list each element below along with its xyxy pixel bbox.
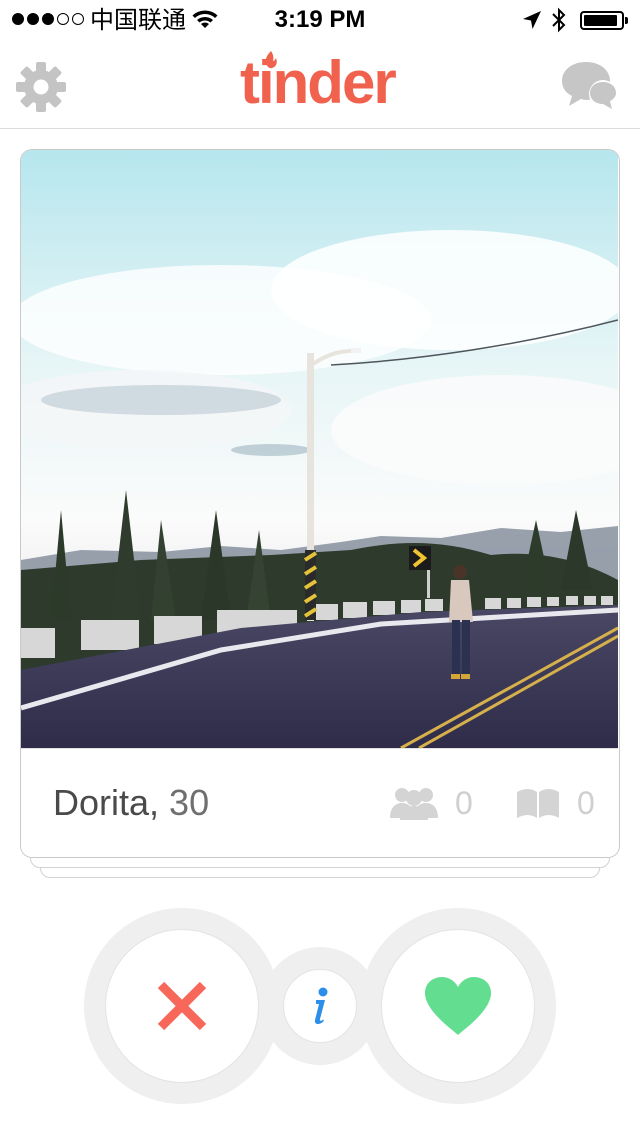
profile-photo [21, 150, 618, 748]
profile-info-bar: Dorita, 30 0 0 [21, 748, 618, 857]
profile-name-age: Dorita, 30 [53, 783, 209, 823]
friends-icon [390, 788, 438, 820]
location-arrow-icon [523, 11, 541, 29]
chat-bubbles-icon[interactable] [560, 60, 620, 114]
heart-icon [425, 977, 491, 1035]
dislike-button[interactable] [105, 929, 259, 1083]
dislike-button-ring[interactable] [84, 908, 280, 1104]
gear-icon[interactable] [14, 60, 68, 114]
profile-age: 30 [169, 782, 210, 823]
x-icon [157, 981, 207, 1031]
status-bar: 中国联通 3:19 PM [0, 0, 640, 40]
shared-interests[interactable]: 0 [515, 785, 595, 821]
book-icon [517, 789, 559, 818]
profile-name: Dorita, [53, 782, 160, 823]
info-icon [314, 987, 328, 1024]
battery-icon [580, 11, 628, 30]
nav-bar: tinder [0, 40, 640, 129]
like-button[interactable] [381, 929, 535, 1083]
bluetooth-icon [552, 7, 566, 33]
tinder-home-screen: 中国联通 3:19 PM tinder Dorita, 30 0 0 [0, 0, 640, 1136]
profile-card[interactable]: Dorita, 30 0 0 [20, 149, 620, 858]
info-button[interactable] [283, 969, 357, 1043]
shared-friends-count: 0 [455, 785, 473, 821]
clock: 3:19 PM [274, 6, 366, 33]
flame-icon [265, 51, 277, 69]
tinder-logo: tinder [240, 48, 400, 118]
shared-interests-count: 0 [577, 785, 595, 821]
like-button-ring[interactable] [360, 908, 556, 1104]
shared-friends[interactable]: 0 [389, 785, 473, 821]
